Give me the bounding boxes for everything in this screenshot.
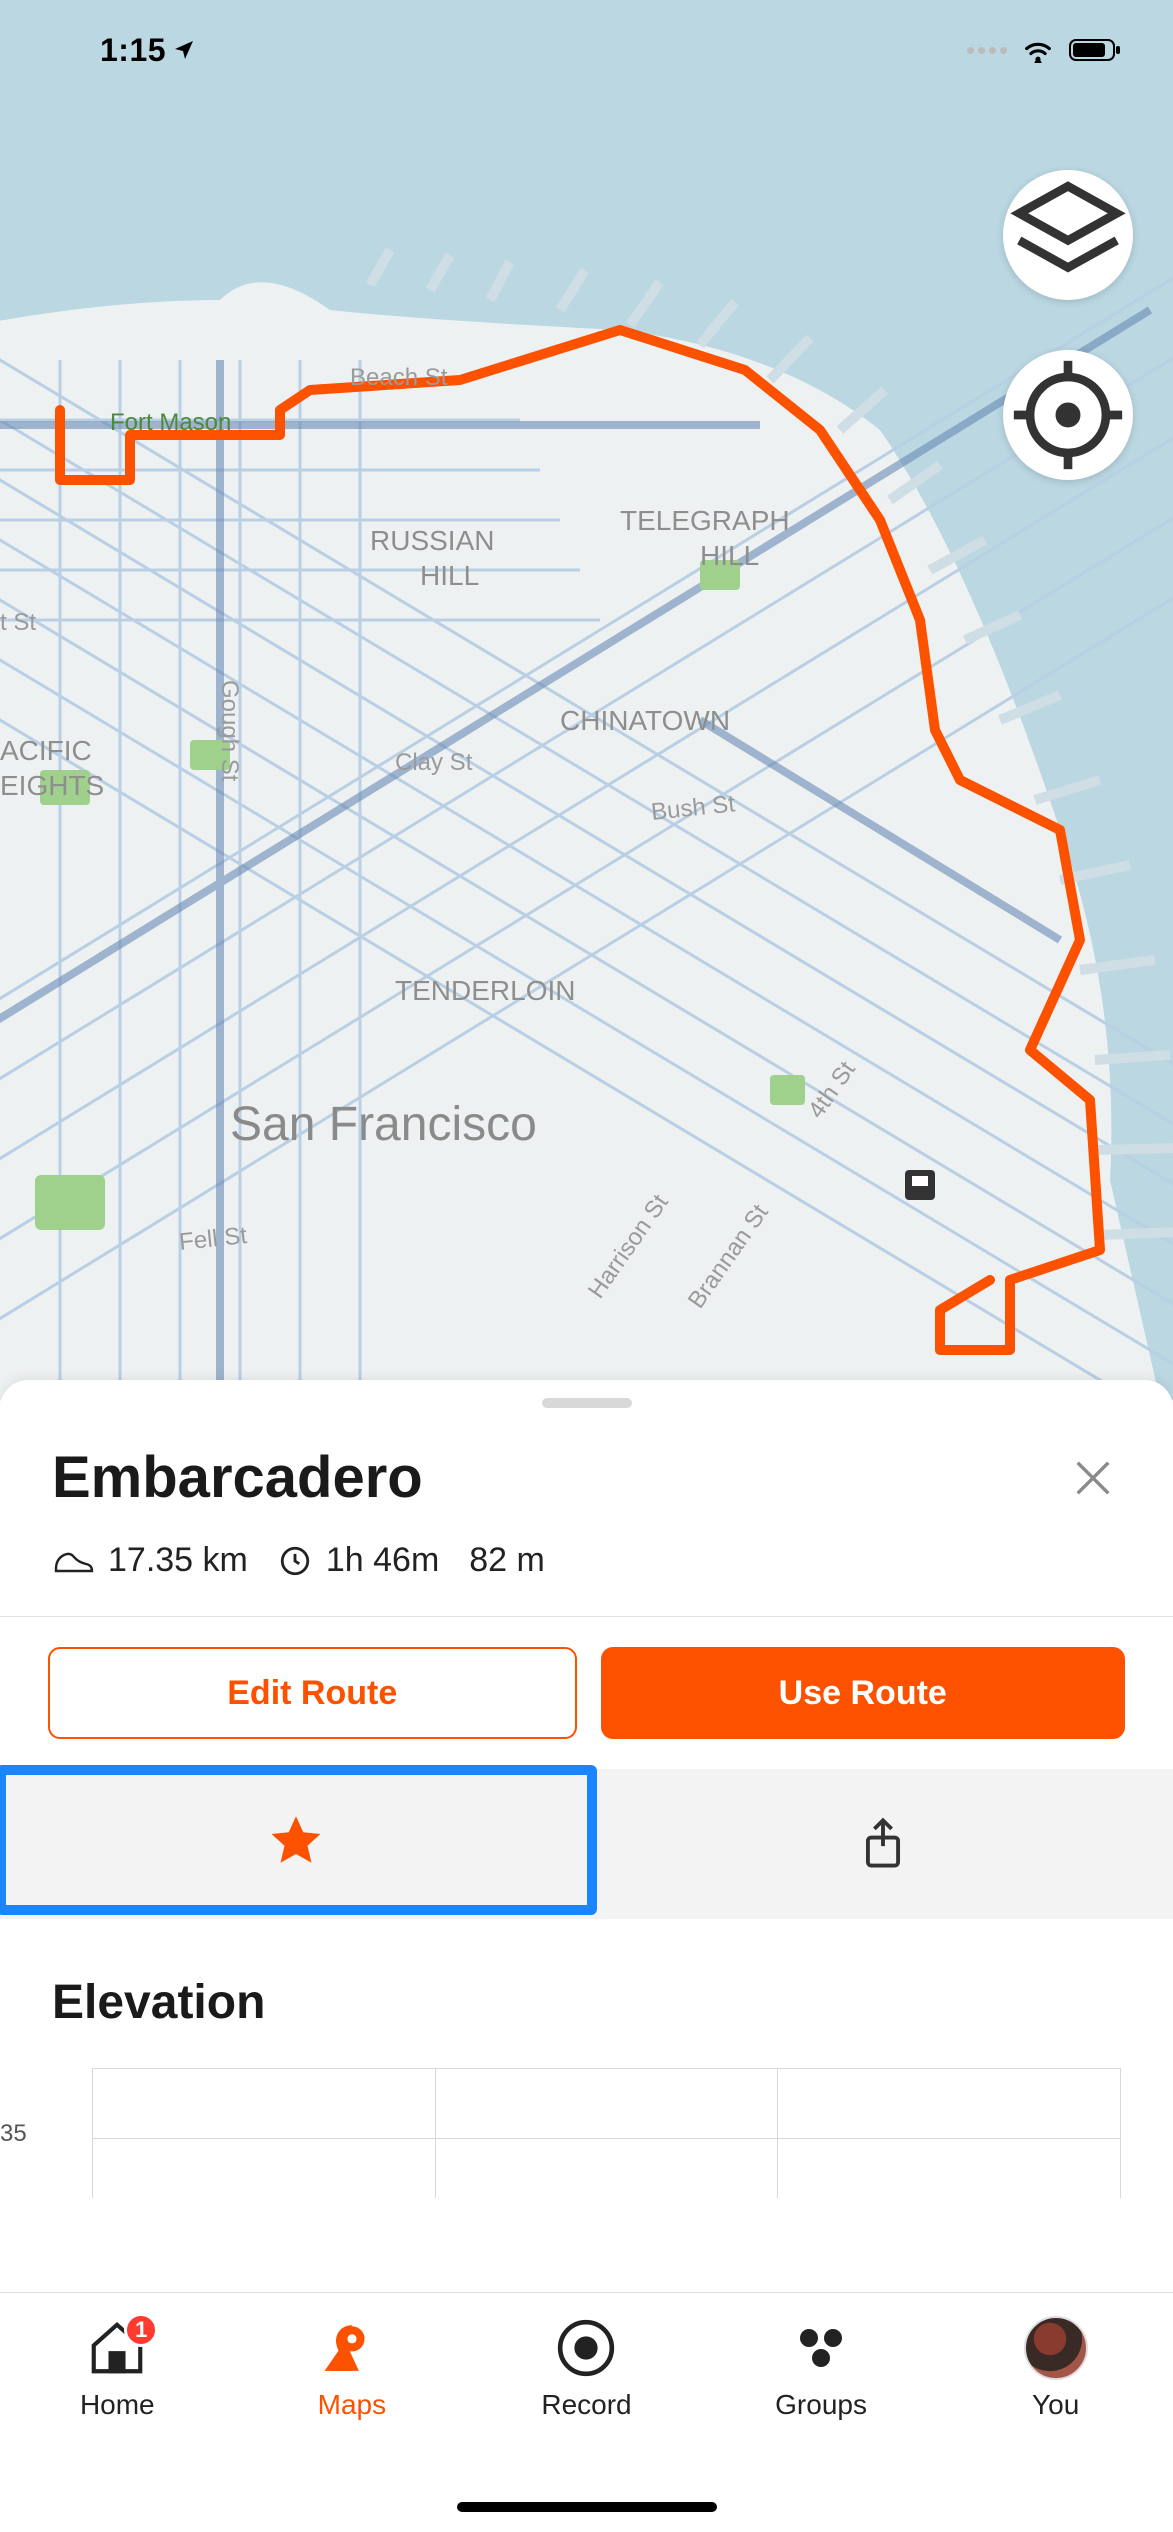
location-arrow-icon [172,38,196,62]
map-label-russian-hill-2: HILL [420,560,479,591]
maps-icon [320,2317,384,2379]
map-label-telegraph-2: HILL [700,540,759,571]
tab-maps[interactable]: Maps [235,2317,470,2532]
map-label-tenderloin: TENDERLOIN [395,975,575,1006]
tab-record-label: Record [541,2389,631,2421]
map-label-city: San Francisco [230,1098,537,1151]
stat-elevation: 82 m [469,1541,545,1580]
map-label-chinatown: CHINATOWN [560,705,730,736]
close-icon [1070,1455,1116,1501]
groups-icon [791,2324,851,2372]
elevation-title: Elevation [0,1919,1173,2058]
tab-groups[interactable]: Groups [704,2317,939,2532]
tab-home[interactable]: 1 Home [0,2317,235,2532]
stat-elevation-value: 82 m [469,1541,545,1580]
map-label-telegraph-1: TELEGRAPH [620,505,790,536]
use-route-button[interactable]: Use Route [601,1647,1126,1739]
share-button[interactable] [593,1769,1173,1919]
record-icon [555,2317,617,2379]
avatar [1024,2316,1088,2380]
star-icon [266,1810,326,1870]
elevation-chart: 35 [0,2058,1173,2198]
locate-icon [1003,350,1133,480]
sheet-handle[interactable] [542,1398,632,1408]
tab-you[interactable]: You [938,2317,1173,2532]
map-street-beach: Beach St [350,364,448,391]
share-icon [857,1816,909,1872]
map-label-russian-hill-1: RUSSIAN [370,525,494,556]
map-layers-button[interactable] [1003,170,1133,300]
stat-duration: 1h 46m [278,1541,439,1580]
wifi-icon [1021,37,1055,63]
route-stats: 17.35 km 1h 46m 82 m [0,1511,1173,1617]
edit-route-button[interactable]: Edit Route [48,1647,577,1739]
tab-maps-label: Maps [318,2389,386,2421]
layers-icon [1003,170,1133,300]
close-button[interactable] [1065,1450,1121,1506]
map-label-pac-heights-2: EIGHTS [0,770,104,801]
map-street-clay: Clay St [395,749,473,776]
tab-groups-label: Groups [775,2389,867,2421]
tab-record[interactable]: Record [469,2317,704,2532]
home-indicator[interactable] [457,2502,717,2512]
home-badge: 1 [124,2313,158,2347]
tab-bar: 1 Home Maps Record Groups You [0,2292,1173,2532]
stat-distance-value: 17.35 km [108,1541,248,1580]
shoe-icon [52,1545,94,1577]
route-title: Embarcadero [52,1444,423,1511]
elevation-ytick: 35 [0,2120,27,2148]
status-bar: 1:15 [0,0,1173,100]
battery-icon [1069,37,1123,63]
tab-you-label: You [1032,2389,1079,2421]
status-time-text: 1:15 [100,32,166,69]
cell-signal-icon [967,47,1007,54]
favorite-button[interactable] [0,1765,597,1915]
clock-icon [278,1544,312,1578]
status-time: 1:15 [100,32,196,69]
map-locate-button[interactable] [1003,350,1133,480]
map-street-gough: Gough St [216,680,243,782]
map-street-t: t St [0,609,36,636]
tab-home-label: Home [80,2389,155,2421]
stat-duration-value: 1h 46m [326,1541,439,1580]
map-label-pac-heights-1: ACIFIC [0,735,92,766]
map-view[interactable]: Fort Mason Beach St RUSSIAN HILL TELEGRA… [0,0,1173,1400]
map-poi-fort-mason: Fort Mason [110,409,231,436]
stat-distance: 17.35 km [52,1541,248,1580]
